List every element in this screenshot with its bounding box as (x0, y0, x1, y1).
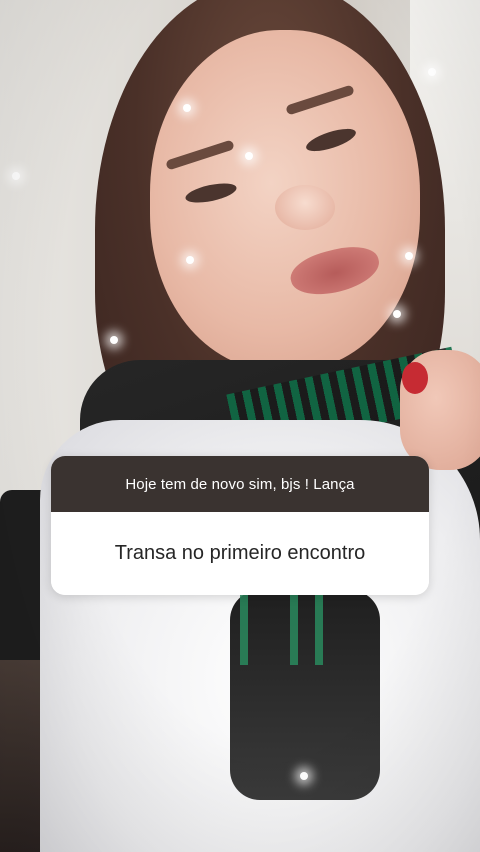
story-screen[interactable]: Hoje tem de novo sim, bjs ! Lança Transa… (0, 0, 480, 852)
question-sticker-header: Hoje tem de novo sim, bjs ! Lança (51, 456, 429, 512)
question-prompt: Hoje tem de novo sim, bjs ! Lança (125, 475, 355, 493)
background-photo (0, 0, 480, 852)
question-answer: Transa no primeiro encontro (114, 542, 366, 564)
question-sticker[interactable]: Hoje tem de novo sim, bjs ! Lança Transa… (51, 456, 429, 595)
vignette (0, 0, 480, 852)
question-sticker-body: Transa no primeiro encontro (51, 512, 429, 595)
